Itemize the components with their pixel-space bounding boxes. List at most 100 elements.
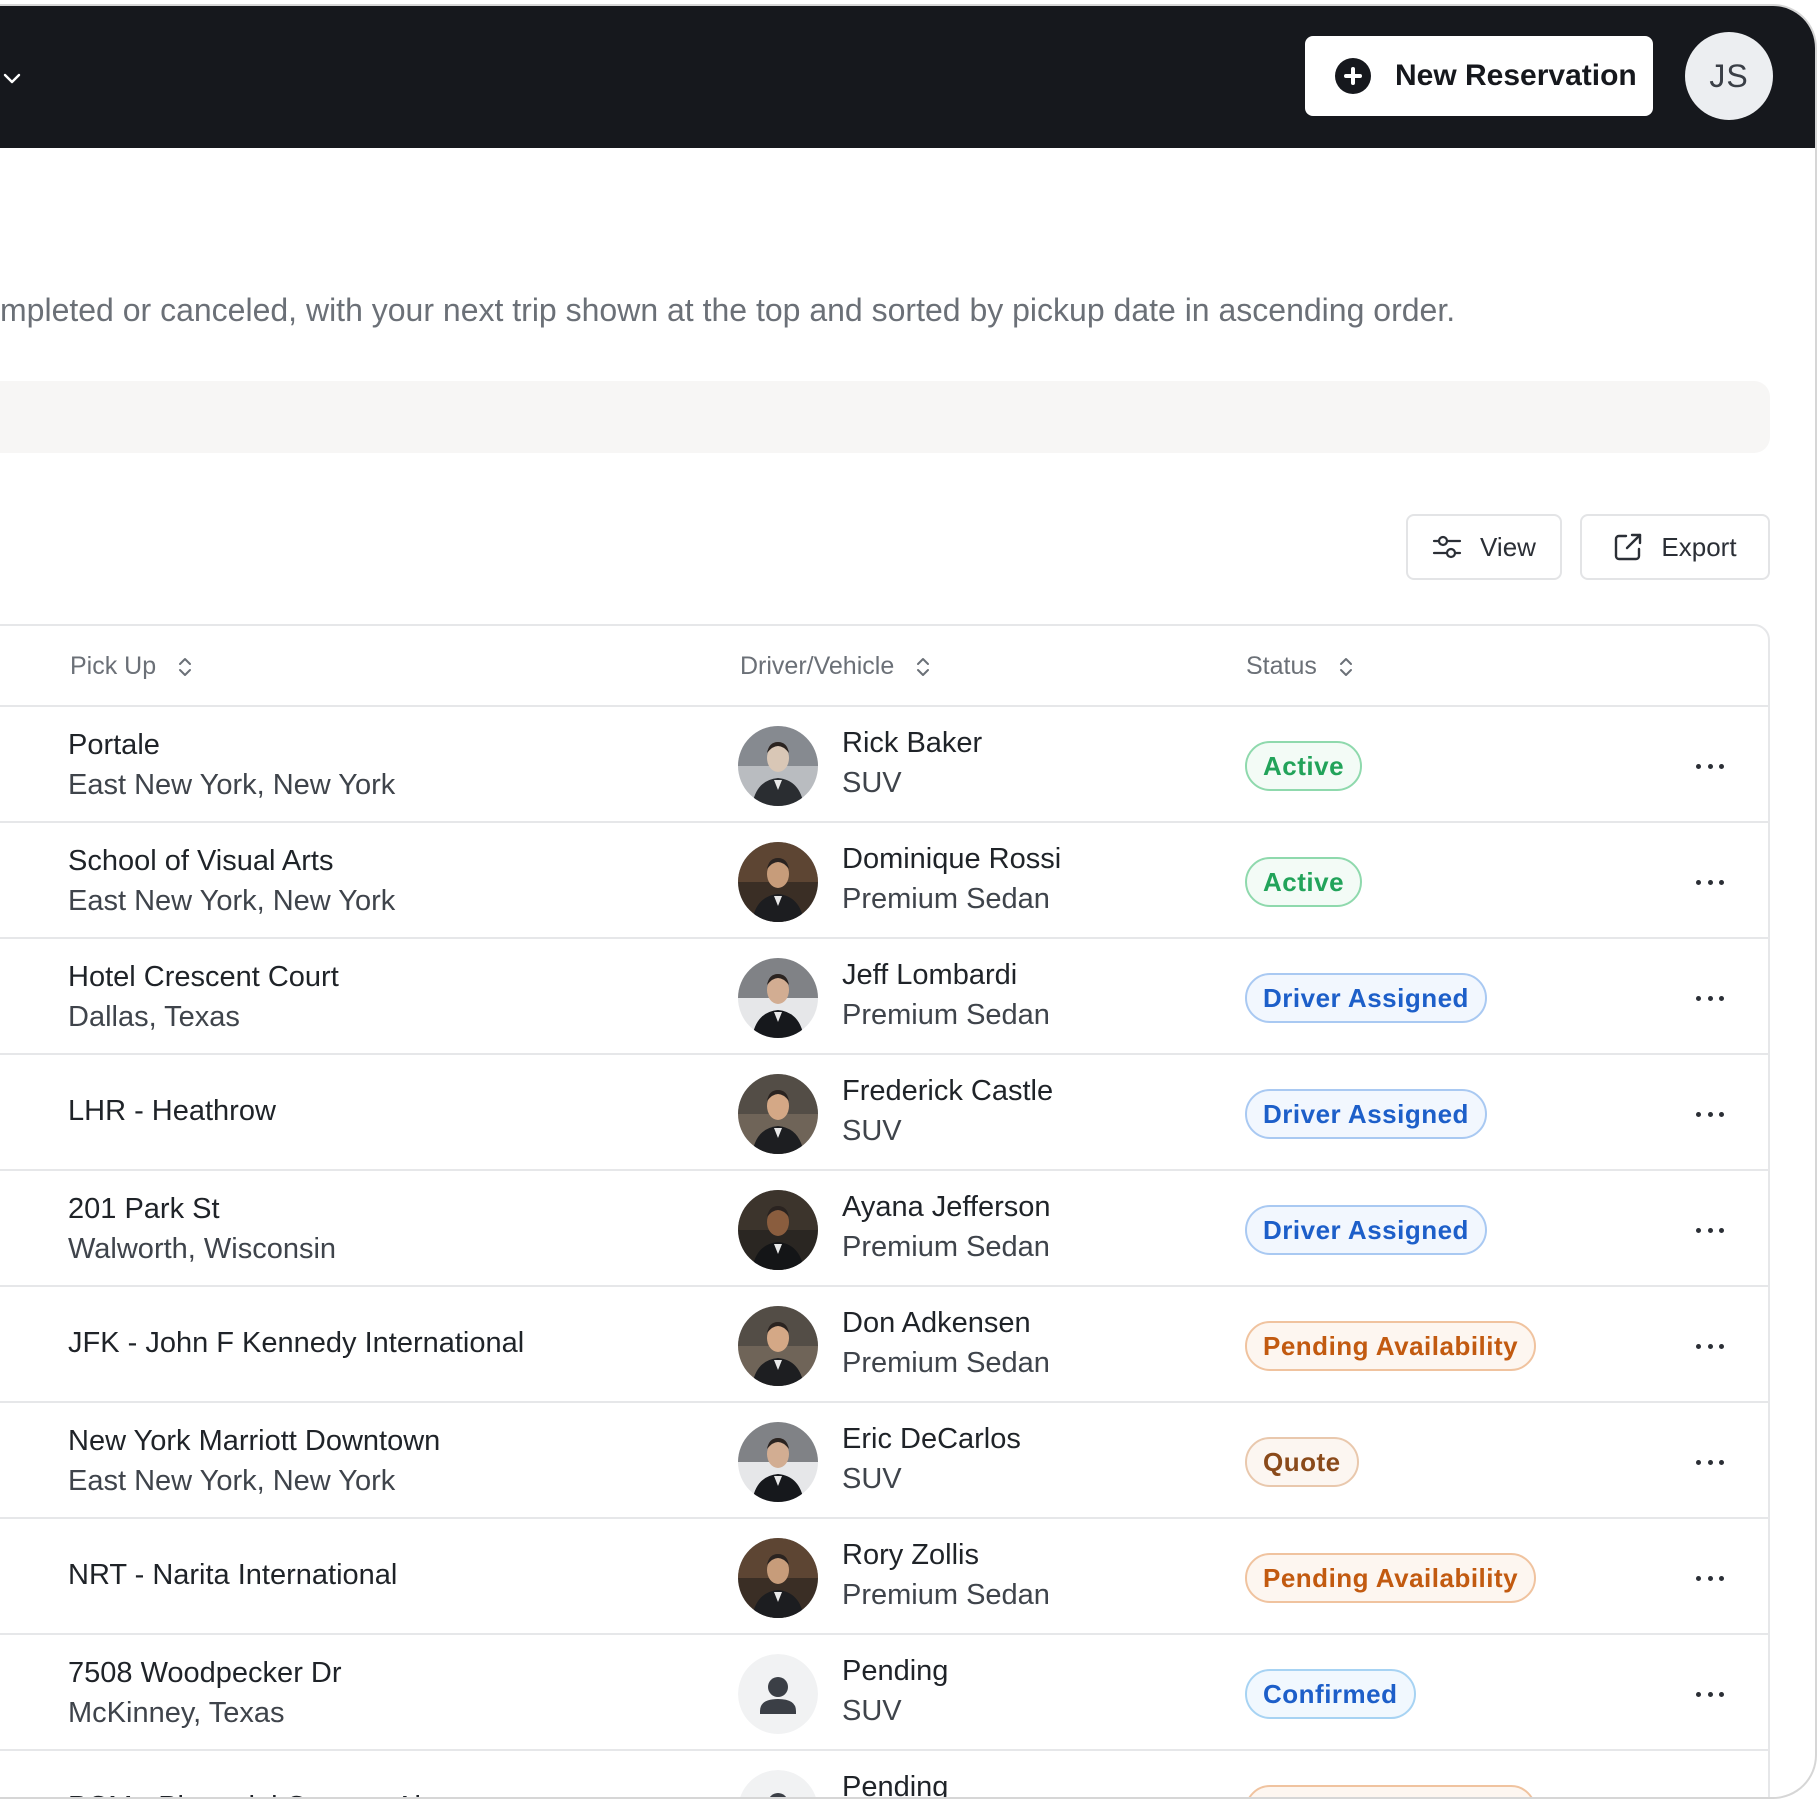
pickup-location: McKinney, Texas <box>68 1697 285 1729</box>
driver-photo <box>738 1190 818 1270</box>
pickup-name: 7508 Woodpecker Dr <box>68 1657 342 1689</box>
view-label: View <box>1480 531 1536 562</box>
external-link-icon <box>1615 533 1642 561</box>
top-bar: New Reservation JS <box>0 6 1815 148</box>
driver-photo <box>738 958 818 1038</box>
status-badge: Active <box>1245 857 1363 907</box>
driver-name: Ayana Jefferson <box>842 1191 1051 1223</box>
table-row[interactable]: 201 Park St Walworth, Wisconsin Ayana Jeff… <box>0 1173 1768 1287</box>
pickup-location: Walworth, Wisconsin <box>68 1233 337 1265</box>
app-window: New Reservation JS mpleted or canceled, … <box>0 4 1817 1799</box>
export-button[interactable]: Export <box>1580 514 1770 580</box>
more-options-icon[interactable] <box>1690 1100 1730 1128</box>
column-label: Status <box>1246 652 1317 680</box>
vehicle-type: SUV <box>842 1115 902 1147</box>
driver-photo <box>738 726 818 806</box>
table-row[interactable]: PCM - Playa del Carmen AirportPendingSUV… <box>0 1753 1768 1799</box>
table-header: Pick Up Driver/Vehicle Status <box>0 626 1768 707</box>
user-placeholder-icon <box>738 1770 818 1797</box>
status-badge: Pending Availability <box>1245 1785 1537 1797</box>
status-badge: Confirmed <box>1245 1669 1416 1719</box>
reservations-table: Pick Up Driver/Vehicle Status Portale Eas… <box>0 624 1770 1799</box>
pickup-location: East New York, New York <box>68 885 396 917</box>
vehicle-type: SUV <box>842 767 902 799</box>
vehicle-type: Premium Sedan <box>842 883 1050 915</box>
table-row[interactable]: School of Visual Arts East New York, New … <box>0 825 1768 939</box>
plus-circle-icon <box>1335 58 1371 94</box>
vehicle-type: Premium Sedan <box>842 1579 1050 1611</box>
table-row[interactable]: LHR - Heathrow Frederick Castle SUV Driver … <box>0 1057 1768 1171</box>
more-options-icon[interactable] <box>1690 1216 1730 1244</box>
pickup-name: New York Marriott Downtown <box>68 1425 441 1457</box>
status-badge: Pending Availability <box>1245 1321 1537 1371</box>
status-badge: Driver Assigned <box>1245 1205 1487 1255</box>
vehicle-type: SUV <box>842 1463 902 1495</box>
pickup-location: East New York, New York <box>68 1465 396 1497</box>
table-row[interactable]: 7508 Woodpecker Dr McKinney, Texas Pending… <box>0 1637 1768 1751</box>
more-options-icon[interactable] <box>1690 752 1730 780</box>
page-description: mpleted or canceled, with your next trip… <box>0 292 1456 328</box>
sort-icon <box>1339 657 1352 676</box>
vehicle-type: Premium Sedan <box>842 1347 1050 1379</box>
status-badge: Quote <box>1245 1437 1359 1487</box>
column-header-pickup[interactable]: Pick Up <box>70 652 192 681</box>
user-avatar[interactable]: JS <box>1685 32 1773 120</box>
view-button[interactable]: View <box>1406 514 1562 580</box>
table-row[interactable]: NRT - Narita International Rory Zollis Pre… <box>0 1521 1768 1635</box>
more-options-icon[interactable] <box>1690 1680 1730 1708</box>
driver-name: Don Adkensen <box>842 1307 1031 1339</box>
export-label: Export <box>1661 531 1737 562</box>
status-badge: Active <box>1245 741 1363 791</box>
driver-name: Rick Baker <box>842 727 983 759</box>
driver-name: Frederick Castle <box>842 1075 1054 1107</box>
table-row[interactable]: Portale East New York, New York Rick Baker… <box>0 709 1768 823</box>
driver-photo <box>738 1422 818 1502</box>
pickup-name: Portale <box>68 729 160 761</box>
status-badge: Driver Assigned <box>1245 1089 1487 1139</box>
table-row[interactable]: New York Marriott Downtown East New York,… <box>0 1405 1768 1519</box>
driver-name: Pending <box>842 1655 949 1687</box>
pickup-name: PCM - Playa del Carmen Airport <box>68 1791 481 1797</box>
table-row[interactable]: JFK - John F Kennedy International Don Ad… <box>0 1289 1768 1403</box>
sliders-icon <box>1432 535 1462 559</box>
column-header-driver-vehicle[interactable]: Driver/Vehicle <box>740 652 930 681</box>
driver-photo <box>738 1306 818 1386</box>
status-badge: Pending Availability <box>1245 1553 1537 1603</box>
driver-photo <box>738 1538 818 1618</box>
driver-photo <box>738 842 818 922</box>
more-options-icon[interactable] <box>1690 1448 1730 1476</box>
vehicle-type: SUV <box>842 1695 902 1727</box>
column-label: Pick Up <box>70 652 157 680</box>
more-options-icon[interactable] <box>1690 1332 1730 1360</box>
pickup-name: Hotel Crescent Court <box>68 961 339 993</box>
driver-name: Rory Zollis <box>842 1539 979 1571</box>
more-options-icon[interactable] <box>1690 1796 1730 1797</box>
status-badge: Driver Assigned <box>1245 973 1487 1023</box>
vehicle-type: Premium Sedan <box>842 1231 1050 1263</box>
more-options-icon[interactable] <box>1690 1564 1730 1592</box>
pickup-name: School of Visual Arts <box>68 845 334 877</box>
new-reservation-button[interactable]: New Reservation <box>1305 36 1653 116</box>
more-options-icon[interactable] <box>1690 984 1730 1012</box>
new-reservation-label: New Reservation <box>1395 59 1637 92</box>
driver-name: Jeff Lombardi <box>842 959 1018 991</box>
pickup-location: East New York, New York <box>68 769 396 801</box>
filter-bar[interactable] <box>0 381 1770 453</box>
column-label: Driver/Vehicle <box>740 652 895 680</box>
pickup-name: 201 Park St <box>68 1193 220 1225</box>
sort-icon <box>917 657 930 676</box>
driver-name: Eric DeCarlos <box>842 1423 1021 1455</box>
user-placeholder-icon <box>738 1654 818 1734</box>
table-row[interactable]: Hotel Crescent Court Dallas, Texas Jeff Lo… <box>0 941 1768 1055</box>
more-options-icon[interactable] <box>1690 868 1730 896</box>
pickup-location: Dallas, Texas <box>68 1001 240 1033</box>
pickup-name: LHR - Heathrow <box>68 1095 276 1127</box>
column-header-status[interactable]: Status <box>1246 652 1353 681</box>
chevron-down-icon[interactable] <box>2 68 22 88</box>
sort-icon <box>179 657 192 676</box>
vehicle-type: Premium Sedan <box>842 999 1050 1031</box>
pickup-name: JFK - John F Kennedy International <box>68 1327 525 1359</box>
driver-name: Dominique Rossi <box>842 843 1062 875</box>
pickup-name: NRT - Narita International <box>68 1559 398 1591</box>
driver-name: Pending <box>842 1771 949 1799</box>
